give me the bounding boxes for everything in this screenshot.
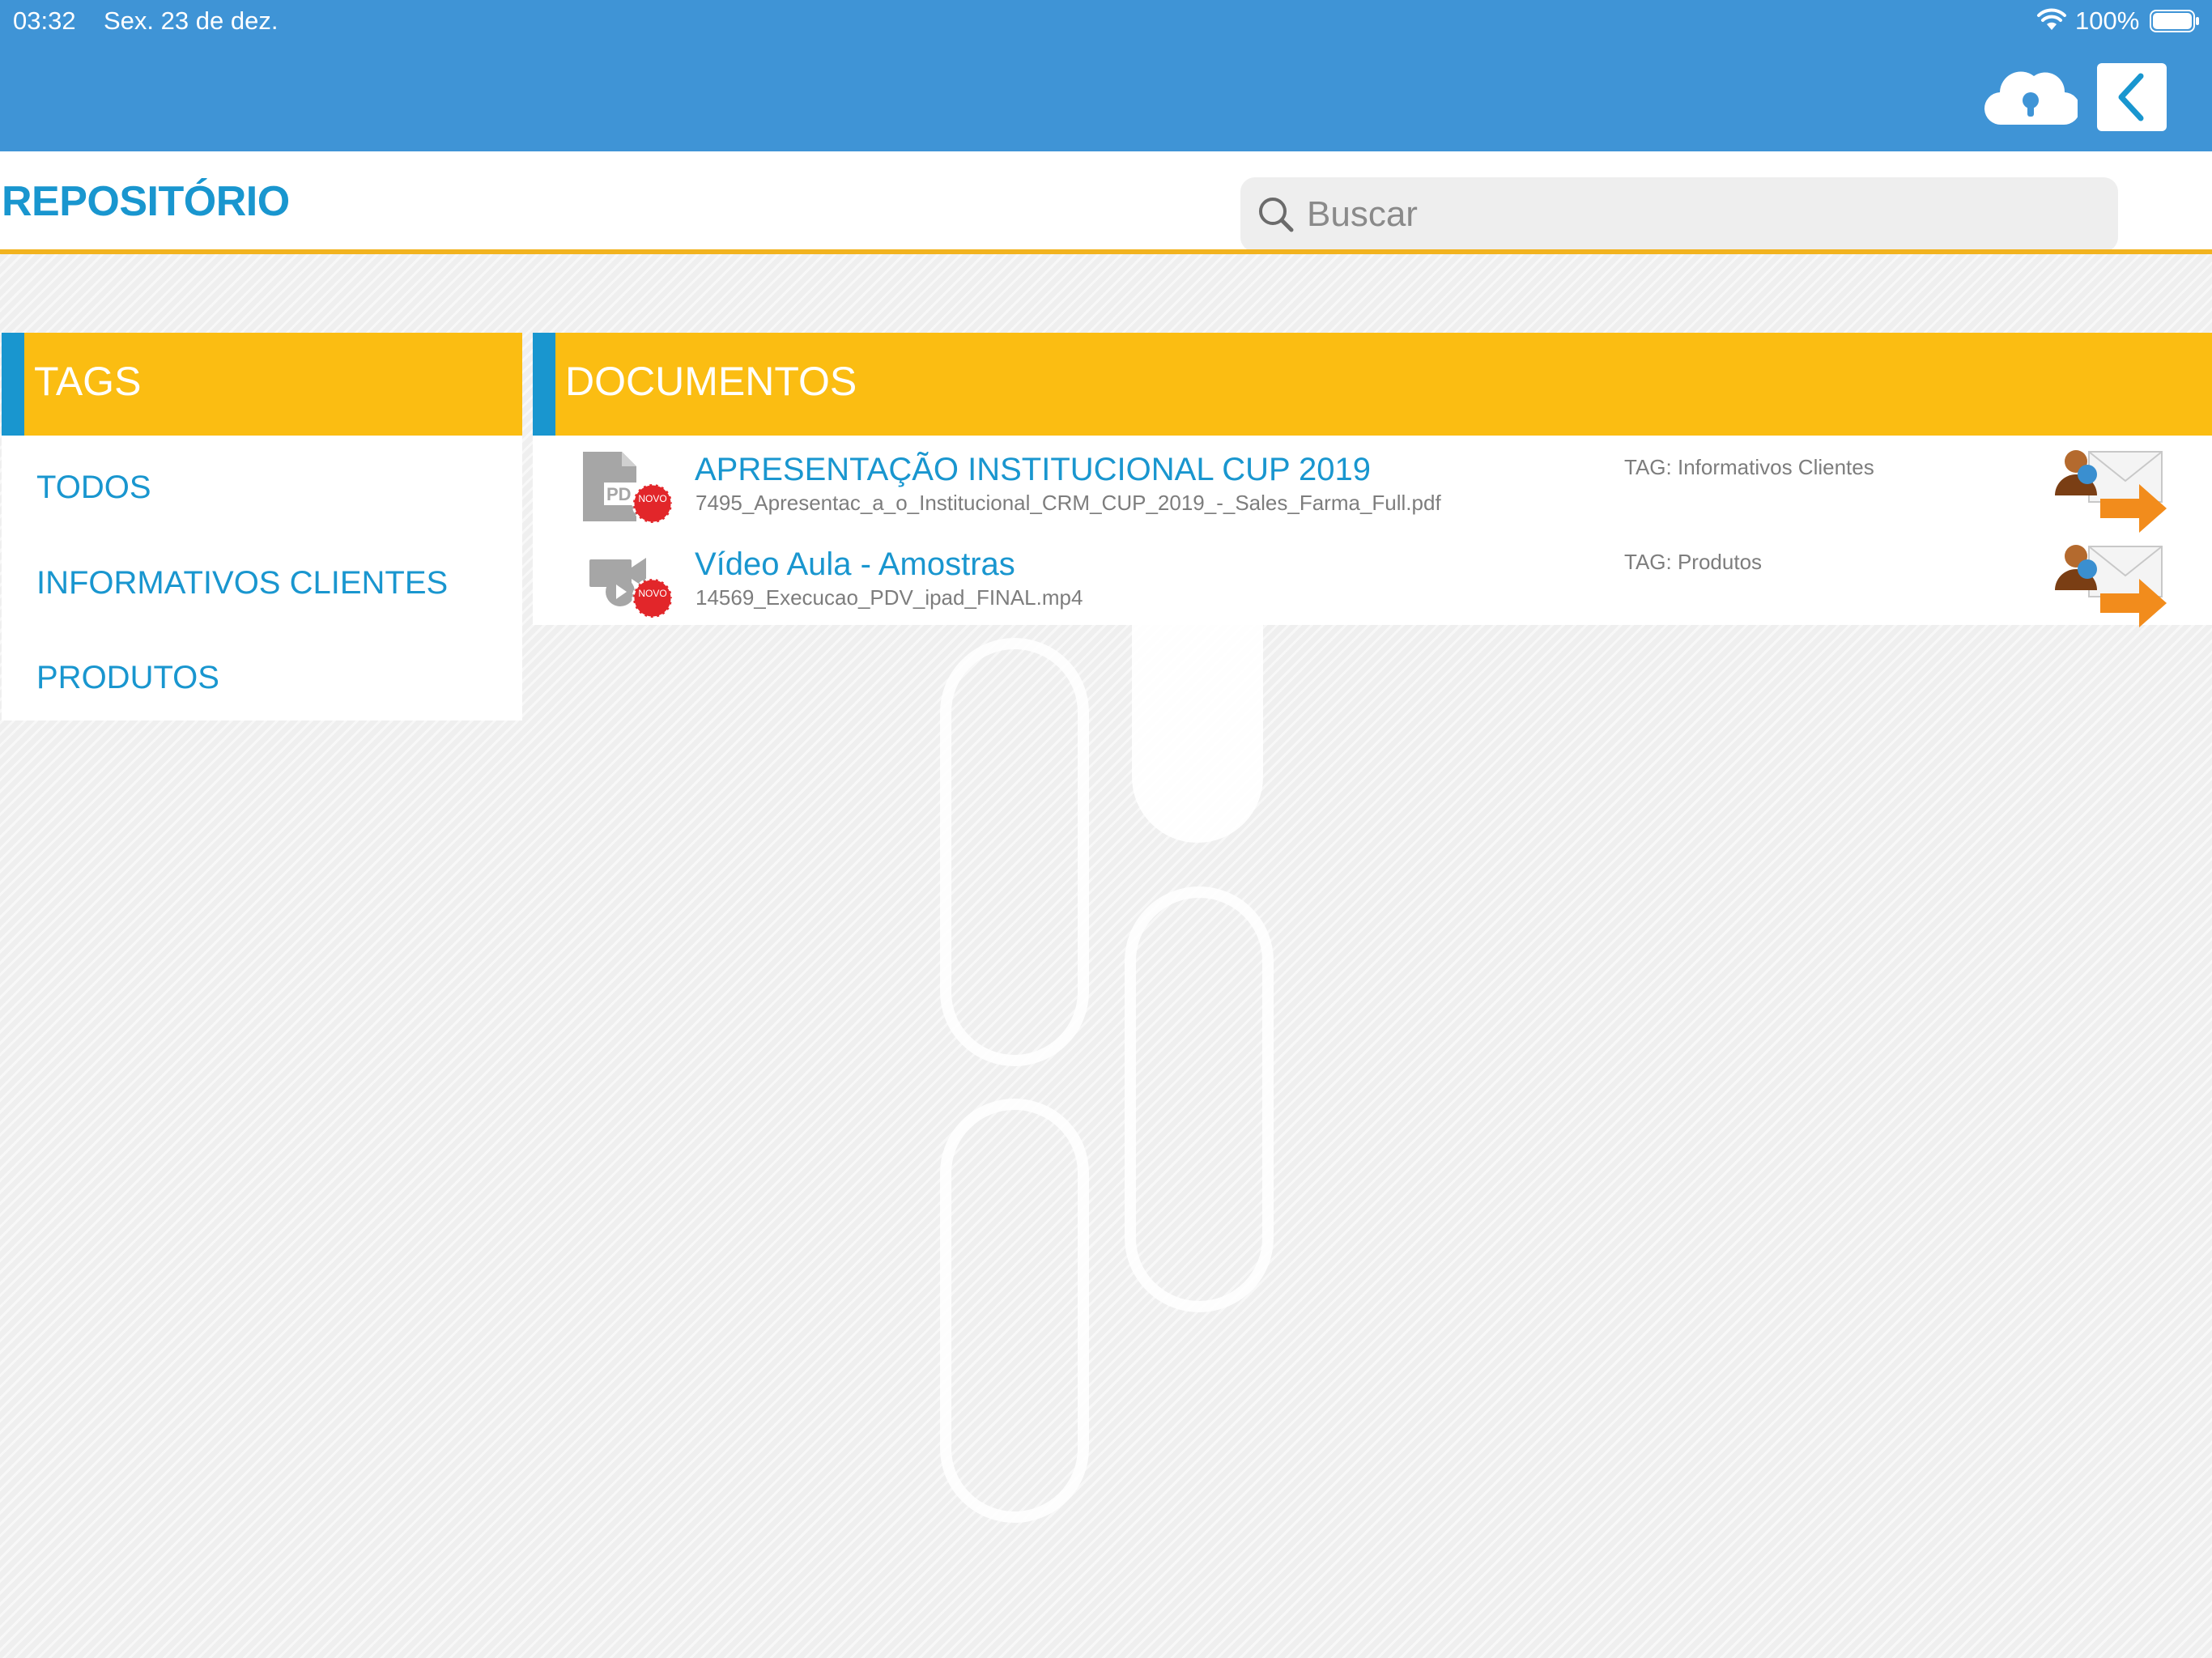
back-button[interactable] bbox=[2097, 63, 2167, 131]
battery-icon bbox=[2150, 10, 2199, 32]
documents-panel-title: DOCUMENTOS bbox=[565, 359, 857, 404]
document-row[interactable]: PD NOVO APRESENTAÇÃO INSTITUCIONAL CUP 2… bbox=[533, 436, 2212, 533]
wifi-icon bbox=[2037, 8, 2066, 30]
panel-accent bbox=[533, 333, 555, 436]
send-email-icon bbox=[2055, 545, 2167, 627]
document-row[interactable]: NOVO Vídeo Aula - Amostras 14569_Execuca… bbox=[533, 530, 2212, 627]
video-file-icon: NOVO bbox=[589, 558, 674, 619]
cloud-sync-button[interactable] bbox=[1984, 63, 2081, 128]
page-header: REPOSITÓRIO bbox=[0, 151, 2212, 253]
send-email-icon bbox=[2055, 450, 2167, 533]
badge-label: NOVO bbox=[638, 588, 666, 599]
document-title[interactable]: Vídeo Aula - Amostras bbox=[695, 546, 1015, 583]
documents-panel-header: DOCUMENTOS bbox=[533, 333, 2212, 436]
new-badge-icon: NOVO bbox=[632, 483, 674, 525]
battery-percentage: 100% bbox=[2075, 6, 2140, 35]
chevron-left-icon bbox=[2118, 73, 2144, 121]
tag-item-produtos[interactable]: PRODUTOS bbox=[36, 660, 219, 696]
send-email-button[interactable] bbox=[2044, 537, 2173, 627]
document-title[interactable]: APRESENTAÇÃO INSTITUCIONAL CUP 2019 bbox=[695, 452, 1371, 488]
search-box[interactable] bbox=[1240, 177, 2118, 252]
document-tag: TAG: Produtos bbox=[1624, 550, 1763, 574]
status-time: 03:32 bbox=[13, 6, 76, 35]
tags-panel-title: TAGS bbox=[34, 359, 142, 404]
tags-panel-header: TAGS bbox=[2, 333, 522, 436]
panel-accent bbox=[2, 333, 24, 436]
document-filename: 14569_Execucao_PDV_ipad_FINAL.mp4 bbox=[696, 585, 1083, 610]
page-title: REPOSITÓRIO bbox=[2, 178, 290, 225]
document-tag: TAG: Informativos Clientes bbox=[1624, 455, 1874, 479]
header-divider bbox=[0, 249, 2212, 254]
search-icon bbox=[1259, 198, 1294, 232]
top-bar: 03:32 Sex. 23 de dez. 100% bbox=[0, 0, 2212, 151]
tags-list: TODOS INFORMATIVOS CLIENTES PRODUTOS bbox=[2, 436, 522, 721]
documents-list: PD NOVO APRESENTAÇÃO INSTITUCIONAL CUP 2… bbox=[533, 436, 2212, 627]
status-date: Sex. 23 de dez. bbox=[104, 6, 279, 35]
pdf-file-icon: PD NOVO bbox=[583, 452, 674, 525]
search-input[interactable] bbox=[1307, 192, 2100, 237]
svg-text:PD: PD bbox=[606, 484, 632, 504]
tag-item-informativos-clientes[interactable]: INFORMATIVOS CLIENTES bbox=[36, 565, 448, 602]
document-filename: 7495_Apresentac_a_o_Institucional_CRM_CU… bbox=[696, 491, 1441, 515]
send-email-button[interactable] bbox=[2044, 442, 2173, 533]
badge-label: NOVO bbox=[638, 493, 666, 504]
new-badge-icon: NOVO bbox=[632, 577, 674, 619]
cloud-icon bbox=[1984, 71, 2081, 125]
tag-item-todos[interactable]: TODOS bbox=[36, 470, 151, 506]
